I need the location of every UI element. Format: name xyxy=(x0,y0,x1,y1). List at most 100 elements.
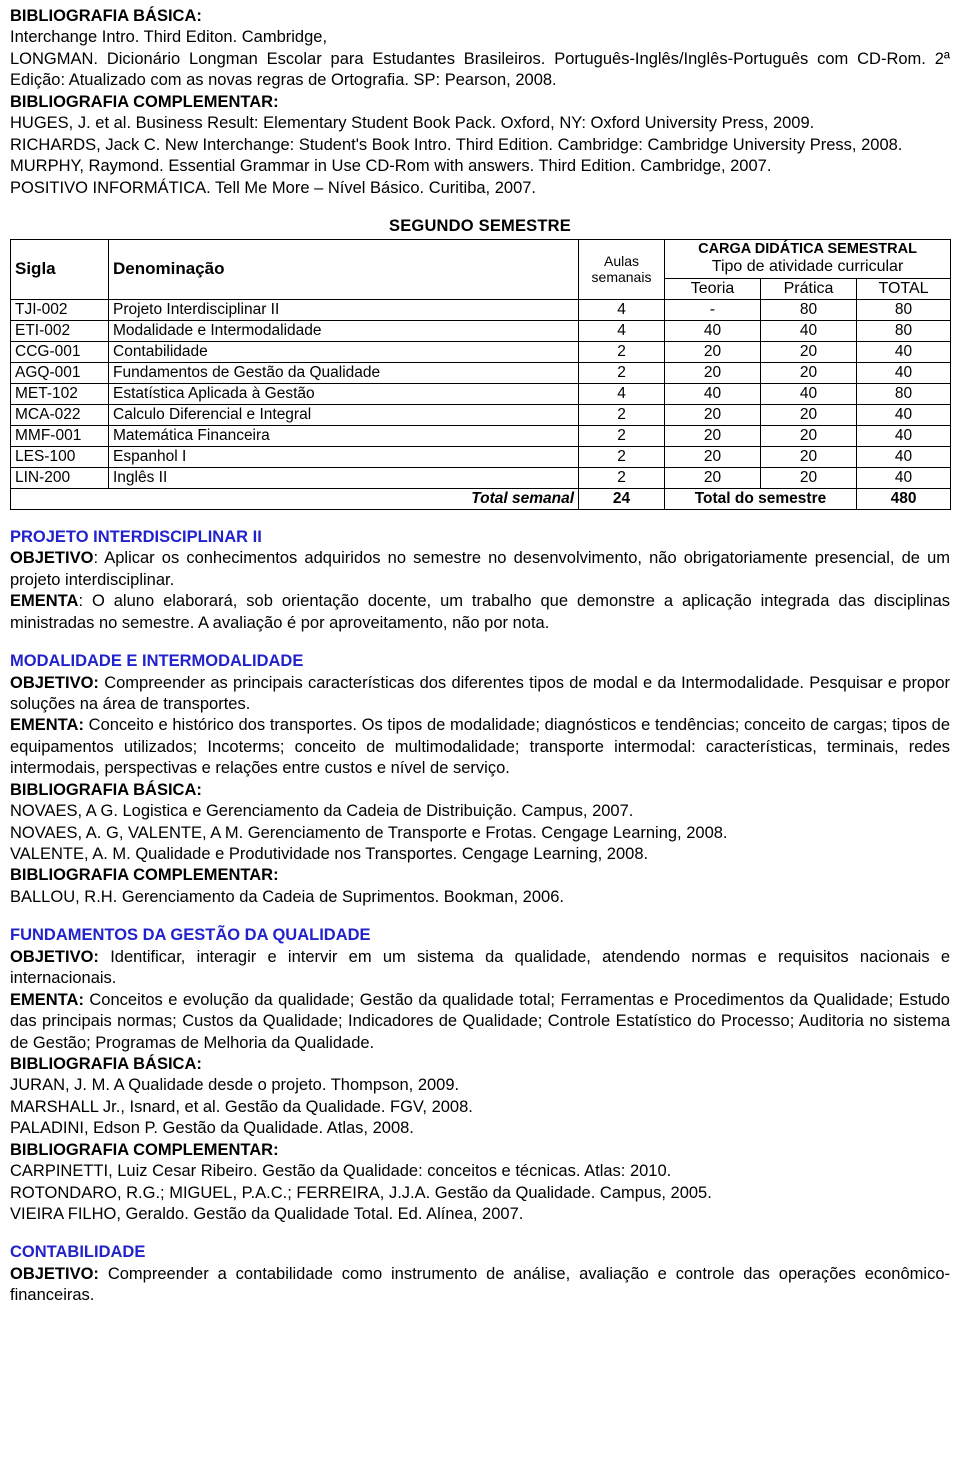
discipline-objetivo: OBJETIVO: Compreender a contabilidade co… xyxy=(10,1264,950,1307)
cell-total: 40 xyxy=(855,361,952,384)
reference-item: POSITIVO INFORMÁTICA. Tell Me More – Nív… xyxy=(10,178,537,197)
reference-item: MARSHALL Jr., Isnard, et al. Gestão da Q… xyxy=(10,1097,473,1116)
reference-item: BALLOU, R.H. Gerenciamento da Cadeia de … xyxy=(10,887,564,906)
semester-title: SEGUNDO SEMESTRE xyxy=(389,216,571,235)
cell-aulas: 4 xyxy=(578,319,665,342)
reference-item: ROTONDARO, R.G.; MIGUEL, P.A.C.; FERREIR… xyxy=(10,1183,712,1202)
bibliografia-complementar-heading: BIBLIOGRAFIA COMPLEMENTAR: xyxy=(10,866,279,885)
cell-denominacao: Projeto Interdisciplinar II xyxy=(108,298,579,321)
objetivo-separator: : xyxy=(93,549,105,568)
objetivo-text: Identificar, interagir e intervir em um … xyxy=(10,947,950,988)
discipline-objetivo: OBJETIVO: Aplicar os conhecimentos adqui… xyxy=(10,548,950,591)
objetivo-label: OBJETIVO: xyxy=(10,947,99,966)
cell-sigla: MCA-022 xyxy=(10,403,109,426)
ementa-text: Conceitos e evolução da qualidade; Gestã… xyxy=(10,990,950,1052)
column-header-denominacao: Denominação xyxy=(108,238,579,300)
table-footer-row: Total semanal 24 Total do semestre 480 xyxy=(10,487,952,510)
cell-denominacao: Modalidade e Intermodalidade xyxy=(108,319,579,342)
reference-item: VALENTE, A. M. Qualidade e Produtividade… xyxy=(10,845,649,864)
cell-sigla: LIN-200 xyxy=(10,466,109,489)
cell-total: 40 xyxy=(855,445,952,468)
total-semestre-label: Total do semestre xyxy=(664,487,857,510)
carga-subtitle: Tipo de atividade curricular xyxy=(711,258,904,276)
cell-sigla: TJI-002 xyxy=(10,298,109,321)
bibliografia-complementar-heading: BIBLIOGRAFIA COMPLEMENTAR: xyxy=(10,92,279,111)
cell-teoria: 40 xyxy=(664,382,761,405)
reference-item: PALADINI, Edson P. Gestão da Qualidade. … xyxy=(10,1119,414,1138)
reference-item: CARPINETTI, Luiz Cesar Ribeiro. Gestão d… xyxy=(10,1162,672,1181)
cell-pratica: 40 xyxy=(760,319,857,342)
cell-teoria: - xyxy=(664,298,761,321)
objetivo-text: Compreender a contabilidade como instrum… xyxy=(10,1264,950,1305)
objetivo-label: OBJETIVO xyxy=(10,549,94,568)
discipline-ementa: EMENTA: O aluno elaborará, sob orientaçã… xyxy=(10,591,950,634)
discipline-objetivo: OBJETIVO: Identificar, interagir e inter… xyxy=(10,947,950,990)
curriculum-table: Sigla Denominação Aulas semanais CARGA D… xyxy=(10,238,952,510)
table-row: MCA-022 Calculo Diferencial e Integral 2… xyxy=(10,403,952,426)
objetivo-text: Compreender as principais característica… xyxy=(10,673,950,713)
bibliografia-complementar-heading: BIBLIOGRAFIA COMPLEMENTAR: xyxy=(10,1140,279,1159)
cell-total: 80 xyxy=(855,298,952,321)
carga-title: CARGA DIDÁTICA SEMESTRAL xyxy=(698,240,917,257)
cell-denominacao: Estatística Aplicada à Gestão xyxy=(108,382,579,405)
reference-item: LONGMAN. Dicionário Longman Escolar para… xyxy=(10,49,950,90)
total-semanal-label: Total semanal xyxy=(10,487,579,510)
cell-sigla: MMF-001 xyxy=(10,424,109,447)
column-header-teoria: Teoria xyxy=(664,277,761,300)
table-header-row-1: Sigla Denominação Aulas semanais CARGA D… xyxy=(10,238,952,300)
table-row: TJI-002 Projeto Interdisciplinar II 4 - … xyxy=(10,298,952,321)
cell-teoria: 20 xyxy=(664,445,761,468)
top-bibliography-section: BIBLIOGRAFIA BÁSICA: Interchange Intro. … xyxy=(10,6,950,199)
column-header-aulas-semanais: Aulas semanais xyxy=(578,238,665,300)
cell-pratica: 20 xyxy=(760,466,857,489)
table-row: MMF-001 Matemática Financeira 2 20 20 40 xyxy=(10,424,952,447)
objetivo-text: Aplicar os conhecimentos adquiridos no s… xyxy=(10,549,950,589)
table-row: ETI-002 Modalidade e Intermodalidade 4 4… xyxy=(10,319,952,342)
discipline-title: PROJETO INTERDISCIPLINAR II xyxy=(10,527,262,546)
aulas-line-1: Aulas xyxy=(603,253,640,270)
cell-pratica: 80 xyxy=(760,298,857,321)
discipline-title: FUNDAMENTOS DA GESTÃO DA QUALIDADE xyxy=(10,926,371,945)
cell-teoria: 20 xyxy=(664,361,761,384)
cell-aulas: 2 xyxy=(578,340,665,363)
cell-pratica: 40 xyxy=(760,382,857,405)
cell-aulas: 2 xyxy=(578,445,665,468)
cell-total: 40 xyxy=(855,424,952,447)
cell-aulas: 2 xyxy=(578,361,665,384)
cell-pratica: 20 xyxy=(760,340,857,363)
cell-denominacao: Contabilidade xyxy=(108,340,579,363)
column-header-sigla: Sigla xyxy=(10,238,109,300)
discipline-ementa: EMENTA: Conceitos e evolução da qualidad… xyxy=(10,990,950,1054)
cell-aulas: 2 xyxy=(578,403,665,426)
discipline-objetivo: OBJETIVO: Compreender as principais cara… xyxy=(10,673,950,716)
cell-sigla: CCG-001 xyxy=(10,340,109,363)
objetivo-label: OBJETIVO: xyxy=(10,673,99,692)
cell-teoria: 20 xyxy=(664,424,761,447)
table-body: TJI-002 Projeto Interdisciplinar II 4 - … xyxy=(10,298,952,510)
discipline-section-contabilidade: CONTABILIDADE OBJETIVO: Compreender a co… xyxy=(10,1242,950,1306)
reference-item: HUGES, J. et al. Business Result: Elemen… xyxy=(10,114,815,133)
table-row: MET-102 Estatística Aplicada à Gestão 4 … xyxy=(10,382,952,405)
column-header-total: TOTAL xyxy=(855,277,952,300)
cell-denominacao: Calculo Diferencial e Integral xyxy=(108,403,579,426)
discipline-section-projeto-interdisciplinar-ii: PROJETO INTERDISCIPLINAR II OBJETIVO: Ap… xyxy=(10,527,950,634)
reference-item: RICHARDS, Jack C. New Interchange: Stude… xyxy=(10,135,903,154)
objetivo-label: OBJETIVO: xyxy=(10,1264,99,1283)
cell-sigla: AGQ-001 xyxy=(10,361,109,384)
cell-aulas: 4 xyxy=(578,298,665,321)
ementa-label: EMENTA: xyxy=(10,990,84,1009)
aulas-line-2: semanais xyxy=(591,269,652,286)
cell-sigla: LES-100 xyxy=(10,445,109,468)
column-header-pratica: Prática xyxy=(760,277,857,300)
cell-total: 40 xyxy=(855,340,952,363)
bibliografia-basica-heading: BIBLIOGRAFIA BÁSICA: xyxy=(10,780,202,799)
ementa-text: Conceito e histórico dos transportes. Os… xyxy=(10,716,951,778)
total-semanal-value: 24 xyxy=(578,487,665,510)
cell-teoria: 40 xyxy=(664,319,761,342)
cell-teoria: 20 xyxy=(664,466,761,489)
cell-total: 40 xyxy=(855,466,952,489)
cell-total: 80 xyxy=(855,382,952,405)
table-header: Sigla Denominação Aulas semanais CARGA D… xyxy=(10,238,952,300)
cell-denominacao: Matemática Financeira xyxy=(108,424,579,447)
cell-teoria: 20 xyxy=(664,403,761,426)
